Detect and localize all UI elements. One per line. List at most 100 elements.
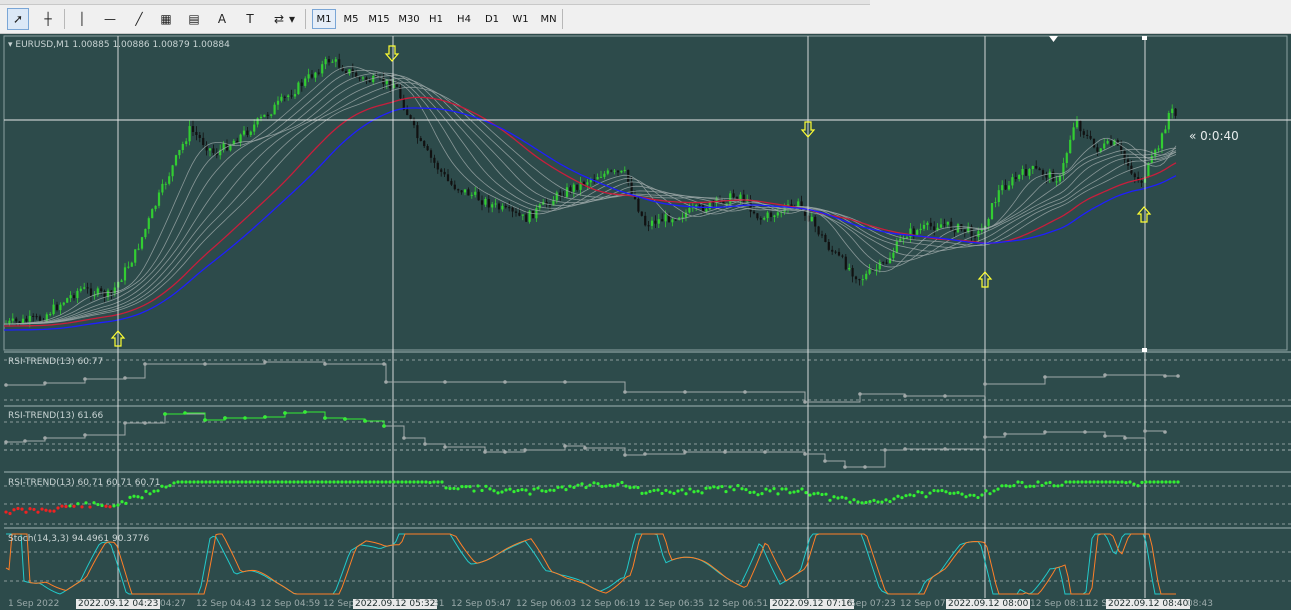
horizontal-line-icon[interactable]: — <box>99 8 121 30</box>
rsi-trend-3-dot <box>992 489 996 493</box>
rsi-trend-3-dot <box>284 480 288 484</box>
rsi-trend-3-dot <box>300 480 304 484</box>
rsi-trend-3-dot <box>96 502 100 507</box>
candle-body <box>916 230 919 235</box>
ma-grey-line <box>3 66 1177 325</box>
candle-body <box>1011 177 1014 186</box>
equidistant-channel-icon[interactable]: ▦ <box>155 8 177 30</box>
candle-body <box>810 216 813 222</box>
candle-body <box>973 236 977 238</box>
candle-body <box>327 59 331 63</box>
rsi-trend-2-bull-dot <box>323 416 327 420</box>
candle-body <box>188 126 191 142</box>
rsi-trend-3-dot <box>780 487 784 491</box>
rsi-trend-3-dot <box>536 486 540 490</box>
rsi-trend-3-dot <box>556 485 560 490</box>
rsi-trend-3-dot <box>812 492 816 496</box>
crosshair-icon[interactable]: ┼ <box>37 8 59 30</box>
candle-body <box>868 269 871 274</box>
candle-body <box>688 207 691 213</box>
text-label-icon[interactable]: T <box>239 8 261 30</box>
candle-body <box>950 221 953 230</box>
rsi-trend-3-dot <box>40 507 44 511</box>
timeframe-m5[interactable]: M5 <box>338 9 364 29</box>
timeframe-h4[interactable]: H4 <box>451 9 477 29</box>
vertical-line-icon[interactable]: │ <box>71 8 93 30</box>
rsi-trend-3-dot <box>628 486 632 490</box>
candle-body <box>756 213 759 219</box>
candle-body <box>657 219 660 224</box>
candle-body <box>55 304 59 311</box>
rsi-trend-3-dot <box>20 507 24 511</box>
rsi-trend-3-dot <box>844 496 848 500</box>
candle-body <box>929 222 932 227</box>
rsi-trend-2-bull-dot <box>263 415 267 419</box>
candle-body <box>8 320 11 324</box>
rsi-trend-3-dot <box>128 495 132 499</box>
candle-body <box>38 316 42 321</box>
rsi-trend-3-dot <box>364 480 368 484</box>
rsi-trend-3-dot <box>176 480 180 484</box>
candle-body <box>511 207 514 212</box>
candle-body <box>963 229 966 233</box>
timeframe-m1[interactable]: M1 <box>312 9 336 29</box>
candle-body <box>69 295 72 299</box>
rsi-trend-3-dot <box>160 484 164 488</box>
chart-window[interactable]: ▾ EURUSD,M1 1.00885 1.00886 1.00879 1.00… <box>0 34 1291 610</box>
candle-body <box>1041 170 1045 176</box>
arrows-dropdown-icon[interactable]: ▾ <box>286 8 298 30</box>
rsi-trend-3-dot <box>316 480 320 484</box>
candle-body <box>1092 138 1096 148</box>
chart-canvas[interactable] <box>0 34 1291 610</box>
rsi-trend-3-dot <box>1100 480 1104 484</box>
timeframe-m15[interactable]: M15 <box>365 9 393 29</box>
rsi-trend-3-dot <box>612 484 616 488</box>
fibonacci-icon[interactable]: ▤ <box>183 8 205 30</box>
rsi-trend-3-dot <box>1112 480 1116 484</box>
trendline-icon[interactable]: ╱ <box>128 8 150 30</box>
candle-body <box>331 61 334 63</box>
rsi-trend-1-line-dot <box>983 382 987 386</box>
rsi-trend-3-dot <box>1036 480 1040 484</box>
rsi-trend-2-bull-dot <box>363 419 367 423</box>
candle-body <box>664 214 667 222</box>
candle-body <box>848 267 851 270</box>
rsi-trend-3-dot <box>908 493 912 497</box>
candle-body <box>450 180 453 185</box>
rsi-trend-3-dot <box>468 485 472 489</box>
time-axis-label: 12 Sep 08:11 <box>1030 599 1091 609</box>
candle-body <box>661 219 664 222</box>
rsi-trend-3-dot <box>1076 480 1080 484</box>
candle-body <box>28 315 31 322</box>
rsi-trend-1-line-dot <box>858 392 862 396</box>
rsi-trend-3-dot <box>1044 481 1048 485</box>
rsi-trend-3-dot <box>324 480 328 484</box>
rsi-trend-3-dot <box>432 480 436 484</box>
candle-body <box>300 82 303 86</box>
rsi-trend-3-dot <box>112 504 116 508</box>
rsi-trend-2-line-dot <box>1103 434 1107 438</box>
rsi-trend-3-dot <box>528 492 532 496</box>
candle-body <box>358 77 361 79</box>
candle-body <box>623 169 626 171</box>
candle-body <box>1021 169 1024 175</box>
candle-body <box>926 222 929 225</box>
text-icon[interactable]: A <box>211 8 233 30</box>
rsi-trend-3-dot <box>336 480 340 484</box>
timeframe-h1[interactable]: H1 <box>424 9 448 29</box>
rsi-trend-3-dot <box>680 488 684 492</box>
rsi-trend-3-dot <box>1020 480 1024 485</box>
candle-body <box>1045 175 1048 178</box>
rsi-trend-3-dot <box>728 485 732 489</box>
rsi-trend-1-line-dot <box>1103 373 1107 377</box>
candle-body <box>239 134 242 143</box>
timeframe-m30[interactable]: M30 <box>395 9 423 29</box>
candle-body <box>164 183 167 185</box>
rsi-trend-2-line-dot <box>1123 436 1127 440</box>
cursor-icon[interactable]: ➚ <box>7 8 29 30</box>
timeframe-w1[interactable]: W1 <box>507 9 534 29</box>
candle-body <box>147 218 150 229</box>
candle-body <box>86 287 89 289</box>
timeframe-mn[interactable]: MN <box>536 9 561 29</box>
timeframe-d1[interactable]: D1 <box>479 9 505 29</box>
